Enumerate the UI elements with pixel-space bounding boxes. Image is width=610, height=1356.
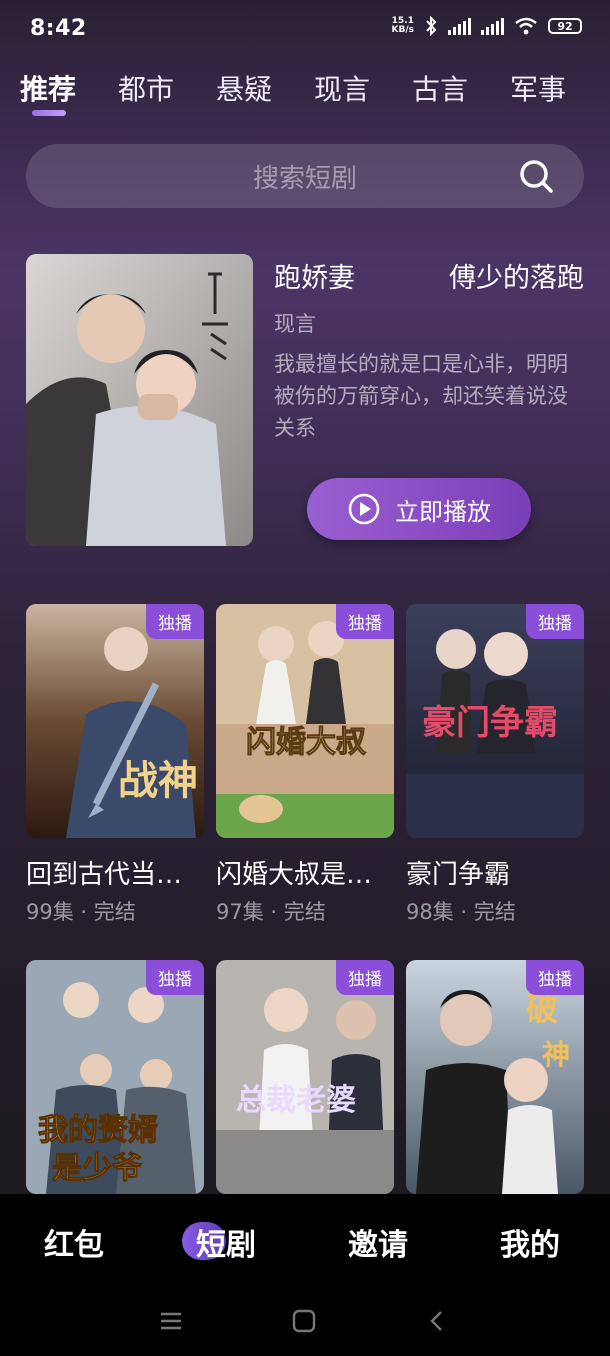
- bottom-nav: 红包 短剧 邀请 我的: [0, 1194, 610, 1290]
- tab-modern-romance[interactable]: 现言: [314, 68, 370, 108]
- bluetooth-icon: [426, 16, 437, 36]
- network-speed: 15.1 KB/s: [392, 17, 414, 35]
- play-icon: [348, 493, 380, 525]
- svg-text:总裁老婆: 总裁老婆: [236, 1083, 356, 1118]
- play-now-button[interactable]: 立即播放: [307, 478, 531, 540]
- exclusive-badge: 独播: [526, 604, 584, 639]
- battery-icon: 92: [548, 18, 582, 34]
- drama-poster[interactable]: 总裁老婆: [216, 960, 394, 1194]
- play-now-label: 立即播放: [395, 497, 491, 526]
- tab-ancient-romance[interactable]: 古言: [412, 68, 468, 108]
- exclusive-badge: 独播: [526, 960, 584, 995]
- search-placeholder: 搜索短剧: [252, 164, 357, 194]
- drama-title[interactable]: 豪门争霸: [406, 854, 586, 891]
- back-icon[interactable]: [424, 1308, 450, 1334]
- exclusive-badge: 独播: [336, 960, 394, 995]
- tab-urban[interactable]: 都市: [118, 68, 174, 108]
- drama-title[interactable]: 闪婚大叔是…: [216, 854, 396, 891]
- nav-invite[interactable]: 邀请: [348, 1220, 408, 1264]
- drama-poster[interactable]: 豪门争霸: [406, 604, 584, 838]
- drama-meta: 97集 · 完结: [216, 900, 326, 924]
- battery-level: 92: [557, 19, 573, 33]
- drama-poster[interactable]: 破 神: [406, 960, 584, 1194]
- wifi-icon: [515, 17, 537, 35]
- svg-text:闪婚大叔: 闪婚大叔: [246, 725, 366, 760]
- drama-meta: 99集 · 完结: [26, 900, 136, 924]
- drama-poster[interactable]: 闪婚大叔: [216, 604, 394, 838]
- home-icon[interactable]: [291, 1308, 317, 1334]
- network-speed-unit: KB/s: [391, 25, 414, 35]
- svg-text:豪门争霸: 豪门争霸: [422, 703, 558, 743]
- nav-red-packet[interactable]: 红包: [44, 1220, 104, 1264]
- featured-title[interactable]: 跑娇妻: [274, 256, 355, 295]
- menu-icon[interactable]: [158, 1308, 184, 1334]
- featured-genre: 现言: [274, 312, 316, 336]
- status-time: 8:42: [30, 16, 87, 41]
- exclusive-badge: 独播: [146, 960, 204, 995]
- nav-mine[interactable]: 我的: [500, 1220, 560, 1264]
- signal-hd-icon: [448, 17, 471, 35]
- tab-recommend[interactable]: 推荐: [20, 68, 76, 108]
- svg-text:战神: 战神: [118, 757, 198, 804]
- featured-poster[interactable]: [26, 254, 253, 546]
- drama-poster[interactable]: 战神: [26, 604, 204, 838]
- category-tabs: 推荐 都市 悬疑 现言 古言 军事: [0, 62, 610, 122]
- exclusive-badge: 独播: [146, 604, 204, 639]
- tab-suspense[interactable]: 悬疑: [216, 68, 272, 108]
- svg-text:破: 破: [526, 990, 558, 1028]
- featured-description: 我最擅长的就是口是心非，明明被伤的万箭穿心，却还笑着说没关系: [274, 352, 568, 440]
- exclusive-badge: 独播: [336, 604, 394, 639]
- drama-title[interactable]: 回到古代当…: [26, 854, 206, 891]
- drama-meta: 98集 · 完结: [406, 900, 516, 924]
- svg-text:神: 神: [542, 1038, 570, 1071]
- tab-military[interactable]: 军事: [510, 68, 566, 108]
- drama-poster[interactable]: 我的赘婿 是少爷: [26, 960, 204, 1194]
- signal-hd-icon: [481, 17, 504, 35]
- system-navigation-bar: [0, 1290, 610, 1356]
- featured-subtitle[interactable]: 傅少的落跑: [449, 256, 584, 295]
- search-icon[interactable]: [518, 158, 554, 194]
- nav-short-drama[interactable]: 短剧: [196, 1220, 256, 1264]
- status-bar: 8:42 15.1 KB/s 92: [0, 0, 610, 60]
- active-tab-indicator: [32, 110, 66, 116]
- svg-text:是少爷: 是少爷: [52, 1151, 142, 1186]
- search-bar[interactable]: 搜索短剧: [26, 144, 584, 208]
- svg-text:我的赘婿: 我的赘婿: [38, 1113, 158, 1148]
- status-icons: 15.1 KB/s 92: [392, 16, 582, 36]
